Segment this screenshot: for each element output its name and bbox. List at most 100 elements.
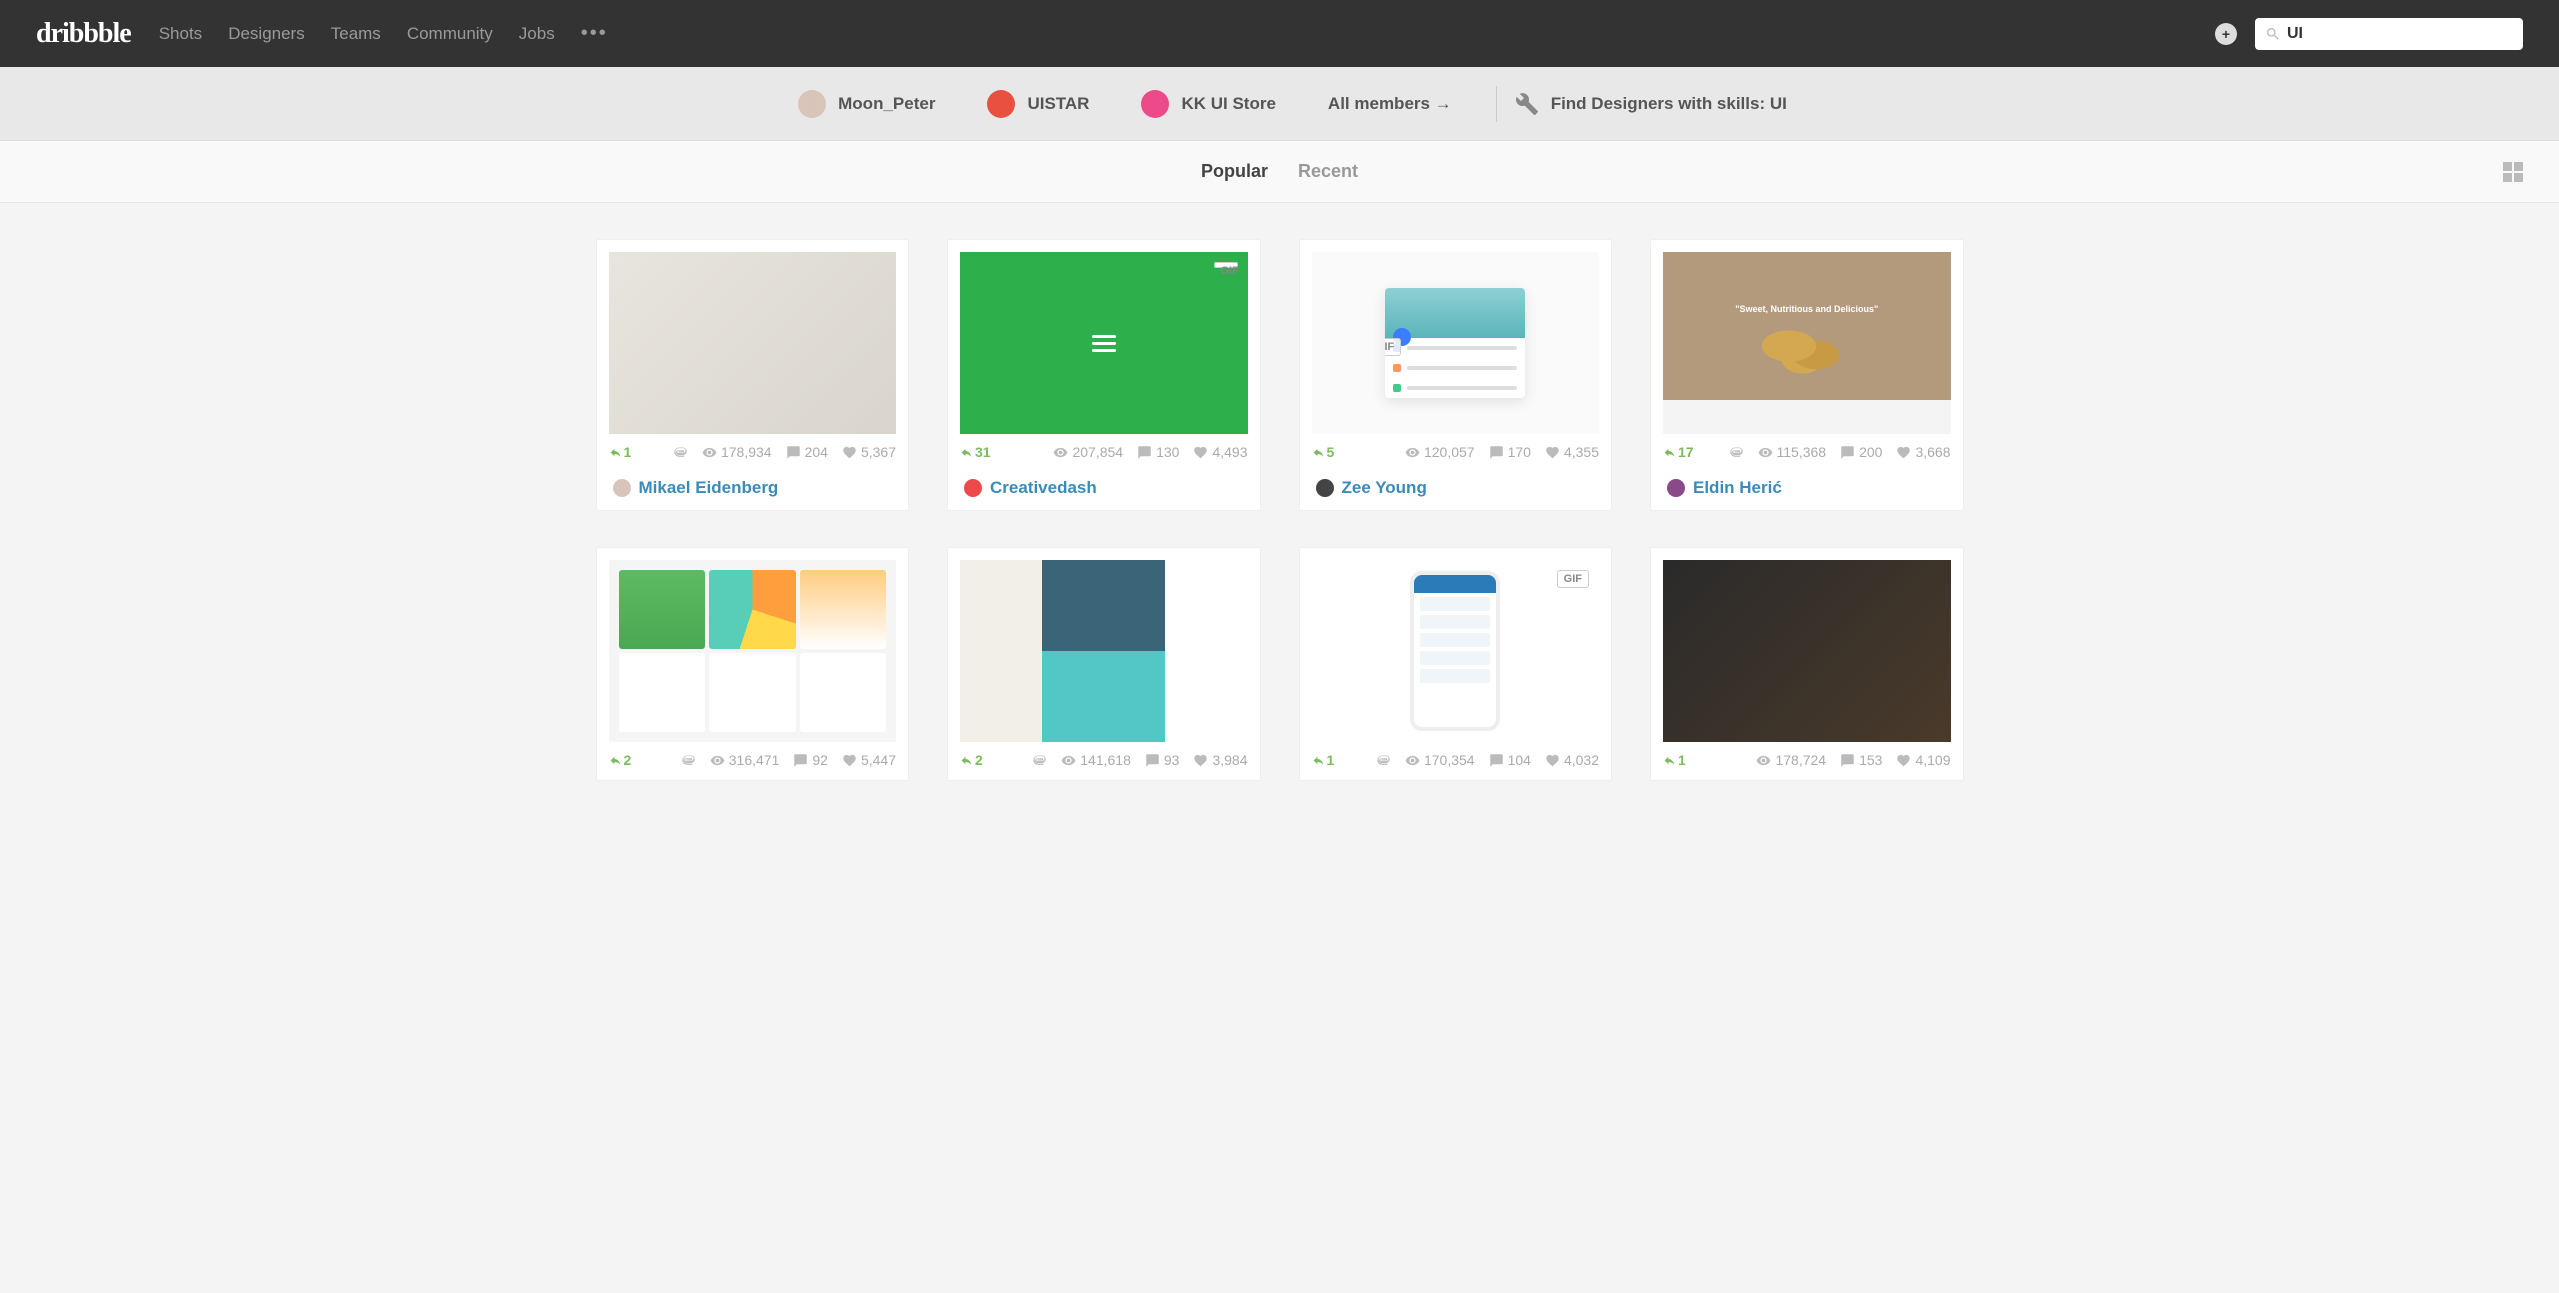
comments-count[interactable]: 153 [1840,752,1882,768]
author-name[interactable]: Eldin Herić [1693,478,1782,498]
author-avatar [1667,479,1685,497]
rebound-count[interactable]: 5 [1312,444,1335,460]
rebound-count[interactable]: 17 [1663,444,1694,460]
skill-link-label: Find Designers with skills: UI [1551,94,1787,114]
grid-view-icon[interactable] [2503,162,2523,182]
comment-icon [1489,753,1504,768]
likes-count[interactable]: 4,493 [1193,444,1247,460]
designer-link[interactable]: Moon_Peter [798,90,935,118]
shot-stats: 1 178,724 153 4,109 [1663,752,1951,768]
user-badge[interactable]: + [2215,23,2237,45]
comments-count[interactable]: 93 [1145,752,1180,768]
eye-icon [710,753,725,768]
comments-count[interactable]: 204 [786,444,828,460]
eye-icon [1405,753,1420,768]
author-name[interactable]: Zee Young [1342,478,1427,498]
shot-author[interactable]: Mikael Eidenberg [609,478,897,498]
eye-icon [1061,753,1076,768]
nav-community[interactable]: Community [407,24,493,44]
likes-count[interactable]: 5,447 [842,752,896,768]
comments-count[interactable]: 130 [1137,444,1179,460]
search-icon [2265,26,2281,42]
search-input[interactable] [2287,25,2513,43]
attachment-icon[interactable] [1032,753,1047,768]
designer-avatar [798,90,826,118]
nav-jobs[interactable]: Jobs [519,24,555,44]
tools-icon [1515,92,1539,116]
author-name[interactable]: Mikael Eidenberg [639,478,779,498]
shot-author[interactable]: Zee Young [1312,478,1600,498]
rebound-icon [960,754,973,767]
author-avatar [1316,479,1334,497]
shot-card[interactable]: GIF 31 207,854 130 4,493 Creativedash [947,239,1261,511]
gif-badge: GIF [1385,338,1401,356]
shot-card[interactable]: 2 316,471 92 5,447 [596,547,910,781]
comment-icon [786,445,801,460]
dribbble-logo[interactable]: dribbble [36,18,131,50]
filter-bar: Popular Recent [0,141,2559,203]
rebound-count[interactable]: 31 [960,444,991,460]
comments-count[interactable]: 92 [793,752,828,768]
attachment-icon[interactable] [673,445,688,460]
eye-icon [1758,445,1773,460]
author-avatar [964,479,982,497]
tab-popular[interactable]: Popular [1201,161,1268,182]
views-count: 141,618 [1061,752,1131,768]
attachment-icon[interactable] [681,753,696,768]
rebound-icon [609,754,622,767]
shot-card[interactable]: GIF 5 120,057 170 4,355 Zee Young [1299,239,1613,511]
shot-card[interactable]: 1 178,724 153 4,109 [1650,547,1964,781]
designer-name: Moon_Peter [838,94,935,114]
nav-designers[interactable]: Designers [228,24,305,44]
views-count: 178,724 [1756,752,1826,768]
filter-tabs: Popular Recent [1201,161,1358,182]
eye-icon [1756,753,1771,768]
heart-icon [1896,445,1911,460]
author-avatar [613,479,631,497]
rebound-icon [1312,446,1325,459]
shot-card[interactable]: 2 141,618 93 3,984 [947,547,1261,781]
shot-card[interactable]: "Sweet, Nutritious and Delicious" 17 115… [1650,239,1964,511]
likes-count[interactable]: 4,032 [1545,752,1599,768]
likes-count[interactable]: 3,984 [1193,752,1247,768]
nav-shots[interactable]: Shots [159,24,202,44]
attachment-icon[interactable] [1376,753,1391,768]
rebound-count[interactable]: 1 [1312,752,1335,768]
author-name[interactable]: Creativedash [990,478,1097,498]
likes-count[interactable]: 4,355 [1545,444,1599,460]
designer-link[interactable]: UISTAR [987,90,1089,118]
shot-author[interactable]: Creativedash [960,478,1248,498]
likes-count[interactable]: 4,109 [1896,752,1950,768]
find-designers-skill-link[interactable]: Find Designers with skills: UI [1515,92,1787,116]
search-result-subnav: Moon_Peter UISTAR KK UI Store All member… [0,67,2559,141]
all-members-link[interactable]: All members → [1328,94,1452,114]
comments-count[interactable]: 200 [1840,444,1882,460]
rebound-count[interactable]: 1 [1663,752,1686,768]
rebound-icon [1312,754,1325,767]
rebound-count[interactable]: 2 [960,752,983,768]
rebound-count[interactable]: 1 [609,444,632,460]
comments-count[interactable]: 104 [1489,752,1531,768]
comment-icon [1489,445,1504,460]
views-count: 207,854 [1053,444,1123,460]
likes-count[interactable]: 3,668 [1896,444,1950,460]
heart-icon [1545,753,1560,768]
shot-card[interactable]: GIF 1 170,354 104 4,032 [1299,547,1613,781]
attachment-icon[interactable] [1729,445,1744,460]
tab-recent[interactable]: Recent [1298,161,1358,182]
rebound-count[interactable]: 2 [609,752,632,768]
nav-more-icon[interactable]: ••• [581,22,608,45]
designer-link[interactable]: KK UI Store [1141,90,1275,118]
shot-card[interactable]: 1 178,934 204 5,367 Mikael Eidenberg [596,239,910,511]
shot-stats: 2 316,471 92 5,447 [609,752,897,768]
likes-count[interactable]: 5,367 [842,444,896,460]
designer-avatar [1141,90,1169,118]
comments-count[interactable]: 170 [1489,444,1531,460]
heart-icon [842,445,857,460]
rebound-icon [960,446,973,459]
nav-teams[interactable]: Teams [331,24,381,44]
shot-author[interactable]: Eldin Herić [1663,478,1951,498]
shot-stats: 17 115,368 200 3,668 [1663,444,1951,460]
shot-stats: 1 178,934 204 5,367 [609,444,897,460]
search-box[interactable] [2255,18,2523,50]
